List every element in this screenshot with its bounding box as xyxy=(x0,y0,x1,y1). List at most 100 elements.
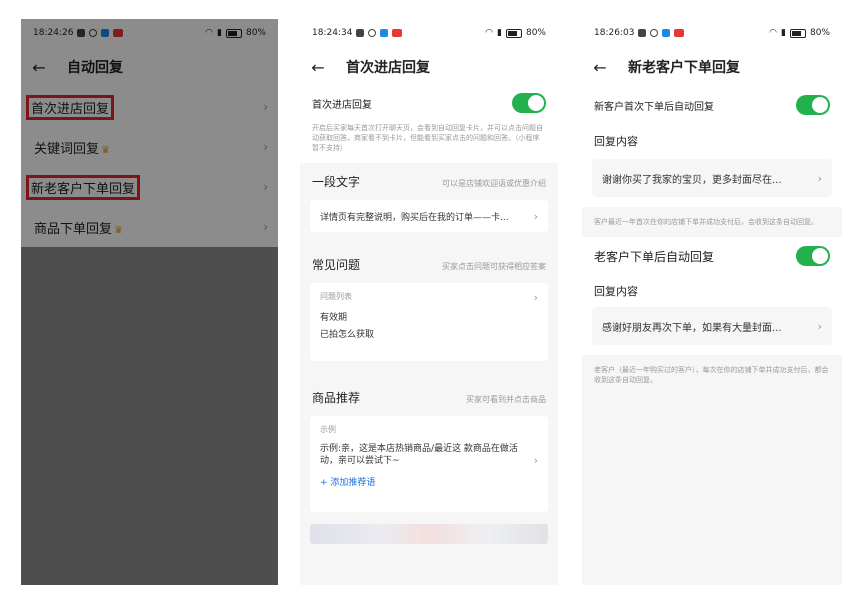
notification-icon xyxy=(356,29,365,37)
app-icon xyxy=(392,29,403,37)
crown-icon: ♛ xyxy=(101,144,110,156)
battery-icon xyxy=(225,28,242,38)
old-customer-reply-field[interactable]: 感谢好朋友再次下单，如果有大量封面... › xyxy=(592,307,832,345)
chevron-right-icon: › xyxy=(533,454,538,467)
screen-first-visit-reply: 18:24:34 ◠ ▮ 80% ← 首次进店回复 首次进店回复 开启后买家每天… xyxy=(300,19,558,585)
product-recommend-box[interactable]: 示例 示例:亲，这是本店热销商品/最近这 款商品在做活动，亲可以尝试下~ › +… xyxy=(310,416,548,512)
status-time: 18:24:34 xyxy=(312,28,353,38)
circle-icon xyxy=(650,29,659,37)
old-customer-toggle[interactable] xyxy=(796,246,830,266)
screen-auto-reply: 18:24:26 ◠ ▮ 80% ← 自动回复 首次进店回复 › 关键词回复 ♛ … xyxy=(21,19,278,585)
status-time: 18:26:03 xyxy=(594,28,635,38)
status-bar: 18:26:03 ◠ ▮ 80% xyxy=(582,19,842,47)
screen-new-old-customer-reply: 18:26:03 ◠ ▮ 80% ← 新老客户下单回复 新客户首次下单后自动回复… xyxy=(582,19,842,585)
content-title: 回复内容 xyxy=(594,285,638,298)
menu-item-new-old-customer[interactable]: 新老客户下单回复 › xyxy=(21,167,278,207)
section-subtitle: 买家可看到并点击商品 xyxy=(466,395,546,404)
notification-icon xyxy=(638,29,647,37)
section-title: 常见问题 xyxy=(312,258,361,272)
back-arrow-icon[interactable]: ← xyxy=(31,58,47,77)
wifi-icon: ◠ xyxy=(485,28,494,38)
page-title: 首次进店回复 xyxy=(346,60,430,76)
battery-level: 80% xyxy=(245,28,266,38)
section-title: 一段文字 xyxy=(312,175,361,189)
app-icon xyxy=(380,29,389,37)
circle-icon xyxy=(368,29,377,37)
first-visit-toggle[interactable] xyxy=(512,93,546,113)
chevron-right-icon: › xyxy=(817,171,822,185)
welcome-text-value: 详情页有完整说明，购买后在我的订单——卡... xyxy=(320,212,509,223)
chevron-right-icon: › xyxy=(817,319,822,333)
status-bar: 18:24:34 ◠ ▮ 80% xyxy=(300,19,558,47)
menu-item-label: 新老客户下单回复 xyxy=(26,174,141,200)
battery-icon xyxy=(789,28,806,38)
welcome-text-field[interactable]: 详情页有完整说明，购买后在我的订单——卡... › xyxy=(310,200,548,232)
app-icon xyxy=(674,29,685,37)
menu-item-label: 首次进店回复 xyxy=(26,94,115,120)
blurred-product-image xyxy=(310,524,548,544)
reply-content-value: 感谢好朋友再次下单，如果有大量封面... xyxy=(602,322,782,334)
add-recommend-link[interactable]: + 添加推荐语 xyxy=(320,475,538,488)
reply-content-value: 谢谢你买了我家的宝贝，更多封面尽在... xyxy=(602,174,782,186)
example-text: 示例:亲，这是本店热销商品/最近这 款商品在做活动，亲可以尝试下~ xyxy=(320,444,518,466)
nav-bar: ← 新老客户下单回复 xyxy=(582,47,842,87)
faq-question: 已拍怎么获取 xyxy=(320,330,375,340)
faq-question: 有效期 xyxy=(320,313,348,323)
crown-icon: ♛ xyxy=(114,224,123,236)
app-icon xyxy=(662,29,671,37)
signal-icon: ▮ xyxy=(497,28,502,38)
notification-icon xyxy=(77,29,86,37)
wifi-icon: ◠ xyxy=(769,28,778,38)
back-arrow-icon[interactable]: ← xyxy=(310,58,326,77)
wifi-icon: ◠ xyxy=(205,28,214,38)
page-title: 自动回复 xyxy=(67,60,123,76)
menu-item-label: 关键词回复 xyxy=(34,141,100,157)
menu-item-label: 商品下单回复 xyxy=(34,221,113,237)
new-customer-toggle-row: 新客户首次下单后自动回复 xyxy=(582,87,842,123)
nav-bar: ← 自动回复 xyxy=(21,47,278,87)
toggle-hint: 开启后买家每天首次打开聊天页，会看到自动回复卡片，并可以点击问题自动获取回答。商… xyxy=(312,124,543,152)
faq-list-label: 问题列表 xyxy=(320,292,352,301)
faq-list-box[interactable]: 问题列表 › 有效期 已拍怎么获取 xyxy=(310,283,548,361)
signal-icon: ▮ xyxy=(217,28,222,38)
page-title: 新老客户下单回复 xyxy=(628,60,740,76)
toggle-label: 老客户下单后自动回复 xyxy=(594,249,715,264)
circle-icon xyxy=(89,29,98,37)
battery-level: 80% xyxy=(809,28,830,38)
menu-item-product-order[interactable]: 商品下单回复 ♛ › xyxy=(21,207,278,247)
new-customer-content-header: 回复内容 xyxy=(582,123,842,159)
app-icon xyxy=(101,29,110,37)
content-title: 回复内容 xyxy=(594,135,638,148)
old-customer-toggle-row: 老客户下单后自动回复 xyxy=(582,237,842,275)
section-subtitle: 买家点击问题可获得相应答案 xyxy=(442,262,546,271)
chevron-right-icon: › xyxy=(263,140,268,154)
new-customer-toggle[interactable] xyxy=(796,95,830,115)
toggle-label: 首次进店回复 xyxy=(312,99,372,111)
battery-level: 80% xyxy=(525,28,546,38)
battery-icon xyxy=(505,28,522,38)
product-section-header: 商品推荐 买家可看到并点击商品 xyxy=(300,389,558,406)
chevron-right-icon: › xyxy=(533,209,538,223)
new-customer-reply-field[interactable]: 谢谢你买了我家的宝贝，更多封面尽在... › xyxy=(592,159,832,197)
example-label: 示例 xyxy=(320,425,336,434)
status-time: 18:24:26 xyxy=(33,28,74,38)
old-customer-hint: 老客户（最近一年购买过的客户），每次在你的店铺下单并成功支付后，都会收到这条自动… xyxy=(594,366,829,384)
back-arrow-icon[interactable]: ← xyxy=(592,58,608,77)
empty-area xyxy=(21,247,278,585)
old-customer-content-header: 回复内容 xyxy=(582,275,842,307)
status-bar: 18:24:26 ◠ ▮ 80% xyxy=(21,19,278,47)
menu-item-keyword[interactable]: 关键词回复 ♛ › xyxy=(21,127,278,167)
app-icon xyxy=(113,29,124,37)
toggle-label: 新客户首次下单后自动回复 xyxy=(594,101,714,113)
new-customer-hint: 客户最近一年首次在你的店铺下单并成功支付后，会收到这条自动回复。 xyxy=(594,218,818,226)
section-subtitle: 可以是店铺欢迎语或优惠介绍 xyxy=(442,179,546,188)
menu-item-first-visit[interactable]: 首次进店回复 › xyxy=(21,87,278,127)
chevron-right-icon: › xyxy=(263,100,268,114)
signal-icon: ▮ xyxy=(781,28,786,38)
chevron-right-icon: › xyxy=(263,220,268,234)
first-visit-toggle-row: 首次进店回复 xyxy=(300,87,558,119)
nav-bar: ← 首次进店回复 xyxy=(300,47,558,87)
faq-section-header: 常见问题 买家点击问题可获得相应答案 xyxy=(300,256,558,273)
text-section-header: 一段文字 可以是店铺欢迎语或优惠介绍 xyxy=(300,173,558,190)
chevron-right-icon: › xyxy=(263,180,268,194)
